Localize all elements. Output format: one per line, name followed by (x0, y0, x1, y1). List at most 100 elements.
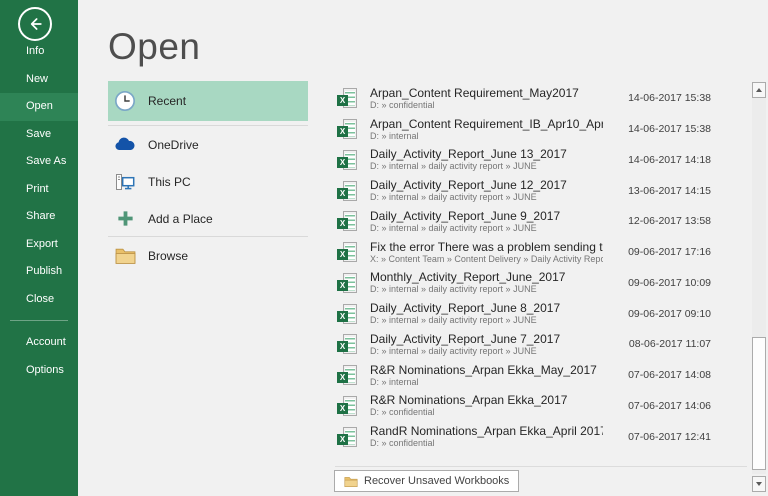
folder-icon (114, 245, 136, 267)
file-name: R&R Nominations_Arpan Ekka_2017 (370, 393, 568, 408)
recover-button-label: Recover Unsaved Workbooks (364, 475, 510, 487)
recent-file-row[interactable]: X Daily_Activity_Report_June 8_2017 D: » i… (335, 298, 747, 329)
file-date: 07-06-2017 14:08 (628, 369, 711, 382)
file-path: D: » internal » daily activity report » … (370, 192, 537, 203)
file-path: D: » confidential (370, 407, 435, 418)
file-text: Daily_Activity_Report_June 7_2017 D: » in… (370, 332, 603, 357)
file-name: Daily_Activity_Report_June 7_2017 (370, 331, 561, 346)
file-date: 09-06-2017 10:09 (628, 276, 711, 289)
file-path: D: » internal » daily activity report » … (370, 345, 537, 356)
file-text: Daily_Activity_Report_June 12_2017 D: » i… (370, 178, 603, 203)
place-item-recent[interactable]: Recent (108, 81, 308, 121)
sidebar-item-save-as[interactable]: Save As (0, 148, 78, 176)
file-text: Daily_Activity_Report_June 8_2017 D: » in… (370, 301, 603, 326)
excel-file-icon: X (337, 119, 359, 140)
file-name: R&R Nominations_Arpan Ekka_May_2017 (370, 362, 597, 377)
recent-file-row[interactable]: X Daily_Activity_Report_June 13_2017 D: » … (335, 145, 747, 176)
recent-file-row[interactable]: X Monthly_Activity_Report_June_2017 D: » i… (335, 268, 747, 299)
file-text: R&R Nominations_Arpan Ekka_May_2017 D: » … (370, 363, 603, 388)
file-path: D: » internal » daily activity report » … (370, 315, 537, 326)
recent-file-row[interactable]: X Daily_Activity_Report_June 7_2017 D: » i… (335, 329, 747, 360)
excel-x-glyph: X (337, 126, 348, 138)
excel-x-glyph: X (337, 187, 348, 199)
file-date: 07-06-2017 12:41 (628, 430, 711, 443)
file-path: D: » internal » daily activity report » … (370, 222, 537, 233)
excel-x-glyph: X (337, 95, 348, 107)
place-item-label: OneDrive (148, 137, 199, 152)
sidebar-item-account[interactable]: Account (0, 329, 78, 357)
scroll-down-button[interactable] (752, 476, 766, 492)
file-path: D: » internal » daily activity report » … (370, 284, 537, 295)
excel-x-glyph: X (337, 279, 348, 291)
sidebar-item-close[interactable]: Close (0, 286, 78, 314)
place-item-onedrive[interactable]: OneDrive (108, 126, 308, 163)
excel-x-glyph: X (337, 249, 348, 261)
excel-file-icon: X (337, 272, 359, 293)
scroll-down-arrow-icon (756, 482, 762, 486)
file-date: 14-06-2017 15:38 (628, 123, 711, 136)
sidebar-divider (10, 320, 68, 321)
scrollbar (752, 80, 767, 496)
scroll-thumb[interactable] (752, 337, 766, 470)
file-date: 12-06-2017 13:58 (628, 215, 711, 228)
sidebar-menu: Info New Open Save Save As Print Share Export Pu… (0, 38, 78, 313)
sidebar-item-options[interactable]: Options (0, 357, 78, 385)
recent-file-row[interactable]: X Daily_Activity_Report_June 9_2017 D: » i… (335, 206, 747, 237)
excel-file-icon: X (337, 242, 359, 263)
recover-unsaved-workbooks-button[interactable]: Recover Unsaved Workbooks (334, 470, 520, 492)
excel-file-icon: X (337, 365, 359, 386)
recent-file-row[interactable]: X RandR Nominations_Arpan Ekka_April 2017… (335, 421, 747, 452)
place-item-add-a-place[interactable]: Add a Place (108, 200, 308, 237)
excel-file-icon: X (337, 88, 359, 109)
sidebar-item-share[interactable]: Share (0, 203, 78, 231)
plus-icon (114, 208, 136, 230)
recent-file-row[interactable]: X Daily_Activity_Report_June 12_2017 D: » … (335, 175, 747, 206)
file-text: Daily_Activity_Report_June 13_2017 D: » i… (370, 147, 603, 172)
recent-file-row[interactable]: X R&R Nominations_Arpan Ekka_2017 D: » con… (335, 391, 747, 422)
file-path: D: » internal (370, 130, 419, 141)
sidebar-item-open[interactable]: Open (0, 93, 78, 121)
sidebar-item-print[interactable]: Print (0, 176, 78, 204)
recent-file-row[interactable]: X Arpan_Content Requirement_IB_Apr10_Apr2… (335, 114, 747, 145)
file-text: RandR Nominations_Arpan Ekka_April 2017 D… (370, 424, 603, 449)
recent-files-list: X Arpan_Content Requirement_May2017 D: » c… (335, 83, 747, 461)
folder-icon (344, 476, 358, 487)
scroll-up-button[interactable] (752, 82, 766, 98)
back-button[interactable] (18, 7, 52, 41)
excel-x-glyph: X (337, 218, 348, 230)
file-text: Arpan_Content Requirement_May2017 D: » co… (370, 86, 603, 111)
recent-file-row[interactable]: X Arpan_Content Requirement_May2017 D: » c… (335, 83, 747, 114)
file-text: Arpan_Content Requirement_IB_Apr10_Apr20… (370, 117, 603, 142)
file-path: D: » internal (370, 376, 419, 387)
sidebar-item-publish[interactable]: Publish (0, 258, 78, 286)
file-text: R&R Nominations_Arpan Ekka_2017 D: » conf… (370, 393, 603, 418)
footer-divider (335, 466, 747, 467)
place-item-label: Add a Place (148, 211, 213, 226)
file-text: Monthly_Activity_Report_June_2017 D: » in… (370, 270, 603, 295)
file-path: X: » Content Team » Content Delivery » D… (370, 253, 603, 264)
recent-file-row[interactable]: X R&R Nominations_Arpan Ekka_May_2017 D: »… (335, 360, 747, 391)
file-name: Arpan_Content Requirement_IB_Apr10_Apr20 (370, 116, 603, 131)
sidebar-item-export[interactable]: Export (0, 231, 78, 259)
file-path: D: » internal » daily activity report » … (370, 161, 537, 172)
computer-icon (114, 171, 136, 193)
place-item-browse[interactable]: Browse (108, 237, 308, 274)
excel-file-icon: X (337, 180, 359, 201)
recent-file-row[interactable]: X Fix the error There was a problem sendi… (335, 237, 747, 268)
backstage-sidebar: Info New Open Save Save As Print Share Export Pu… (0, 0, 78, 496)
file-name: Daily_Activity_Report_June 9_2017 (370, 208, 561, 223)
file-name: Arpan_Content Requirement_May2017 (370, 85, 579, 100)
sidebar-item-new[interactable]: New (0, 66, 78, 94)
excel-x-glyph: X (337, 156, 348, 168)
file-name: Monthly_Activity_Report_June_2017 (370, 270, 566, 285)
onedrive-cloud-icon (114, 134, 136, 156)
excel-file-icon: X (337, 149, 359, 170)
file-date: 14-06-2017 14:18 (628, 153, 711, 166)
file-name: RandR Nominations_Arpan Ekka_April 2017 (370, 424, 603, 439)
sidebar-item-save[interactable]: Save (0, 121, 78, 149)
place-item-this-pc[interactable]: This PC (108, 163, 308, 200)
sidebar-item-info[interactable]: Info (0, 38, 78, 66)
file-text: Fix the error There was a problem sendin… (370, 240, 603, 265)
file-path: D: » confidential (370, 438, 435, 449)
place-item-label: This PC (148, 174, 191, 189)
